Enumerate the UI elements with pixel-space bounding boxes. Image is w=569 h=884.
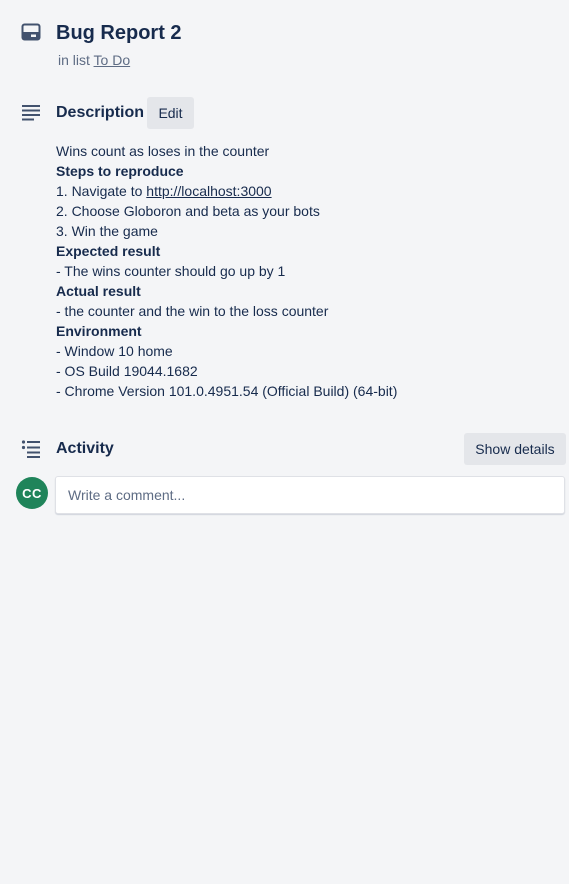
activity-icon [21, 439, 41, 459]
list-prefix: in list [58, 52, 90, 68]
avatar[interactable]: CC [16, 477, 48, 509]
list-link[interactable]: To Do [94, 52, 131, 68]
activity-heading: Activity [56, 440, 114, 457]
description-text: 1. Navigate to [56, 183, 147, 199]
description-line: - OS Build 19044.1682 [56, 363, 198, 379]
card-icon [21, 22, 41, 42]
description-line: - The wins counter should go up by 1 [56, 263, 286, 279]
description-line: - Window 10 home [56, 343, 173, 359]
description-line: - the counter and the win to the loss co… [56, 303, 329, 319]
edit-description-button[interactable]: Edit [147, 97, 194, 129]
description-body: Wins count as loses in the counter Steps… [56, 141, 536, 401]
localhost-link[interactable]: http://localhost:3000 [146, 183, 271, 199]
description-line: Wins count as loses in the counter [56, 143, 270, 159]
description-line: 3. Win the game [56, 223, 158, 239]
description-subheading: Actual result [56, 283, 141, 299]
list-info: in list To Do [58, 51, 130, 69]
description-subheading: Environment [56, 323, 142, 339]
description-heading: Description [56, 104, 145, 121]
description-line: 1. Navigate to http://localhost:3000 [56, 181, 536, 201]
comment-input[interactable] [55, 476, 565, 514]
card-title: Bug Report 2 [56, 22, 182, 44]
description-line: 2. Choose Globoron and beta as your bots [56, 203, 320, 219]
description-icon [21, 102, 41, 122]
description-subheading: Expected result [56, 243, 161, 259]
description-subheading: Steps to reproduce [56, 163, 184, 179]
description-line: - Chrome Version 101.0.4951.54 (Official… [56, 383, 398, 399]
show-details-button[interactable]: Show details [464, 433, 566, 465]
